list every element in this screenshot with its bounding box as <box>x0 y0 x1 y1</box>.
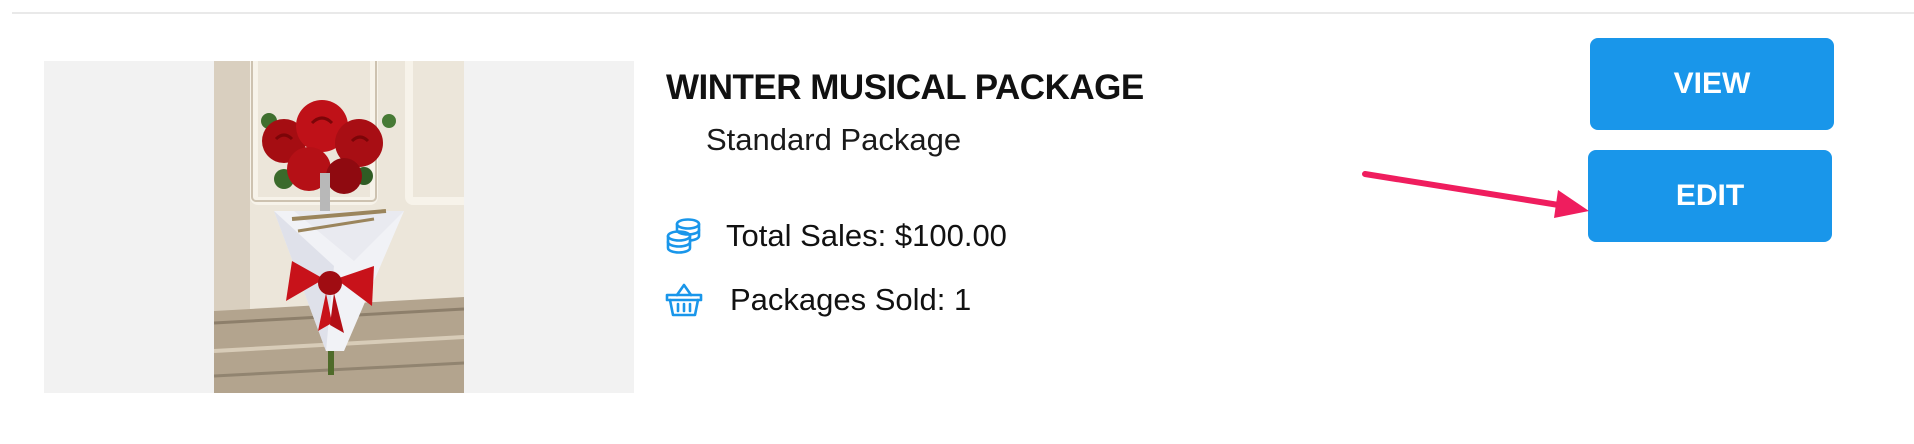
package-image-frame <box>44 61 634 393</box>
package-subtitle: Standard Package <box>706 122 962 157</box>
packages-sold-text: Packages Sold: 1 <box>730 282 972 317</box>
total-sales-row: Total Sales: $100.00 <box>664 216 1007 256</box>
package-card: WINTER MUSICAL PACKAGE Standard Package … <box>0 0 1914 444</box>
package-title: WINTER MUSICAL PACKAGE <box>666 68 1144 107</box>
edit-button[interactable]: EDIT <box>1588 150 1832 242</box>
view-button[interactable]: VIEW <box>1590 38 1834 130</box>
annotation-arrow <box>1362 171 1589 218</box>
packages-sold-row: Packages Sold: 1 <box>664 280 971 320</box>
total-sales-text: Total Sales: $100.00 <box>726 218 1007 253</box>
package-image[interactable] <box>214 61 464 393</box>
coins-stack-icon <box>664 216 704 256</box>
shopping-basket-icon <box>664 280 704 320</box>
